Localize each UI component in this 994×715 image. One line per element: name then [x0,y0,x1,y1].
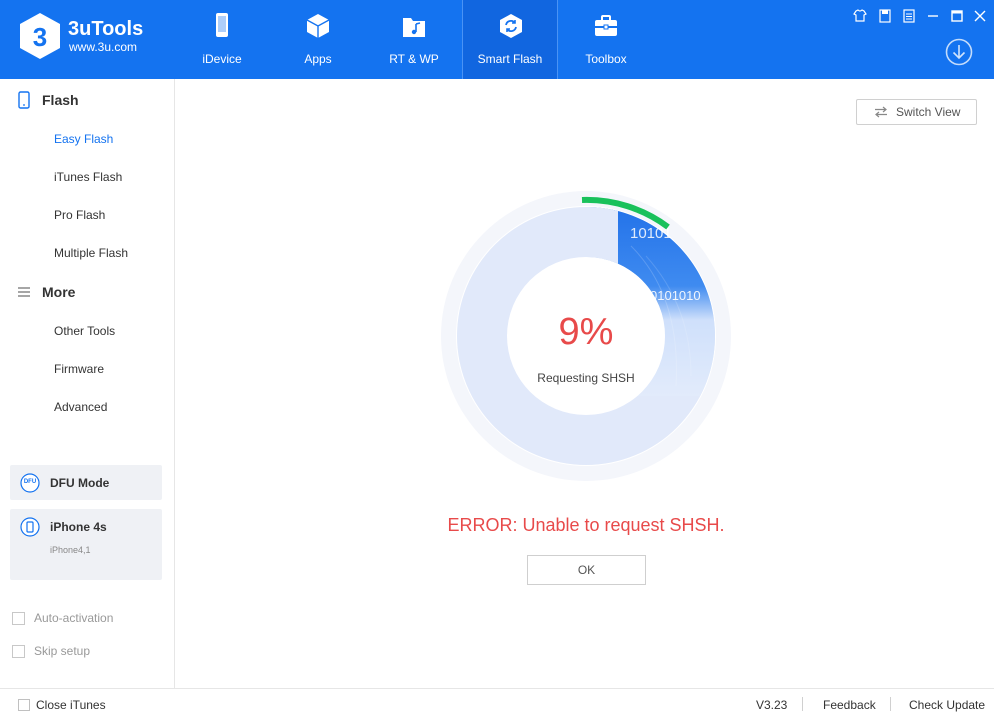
sidebar-item-advanced[interactable]: Advanced [54,400,107,414]
binary-decoration-2: 0101010 [650,288,701,303]
checkbox-box [12,645,25,658]
feedback-link[interactable]: Feedback [823,698,876,712]
cube-icon [306,14,330,38]
swap-icon [875,106,887,118]
skip-setup-label: Skip setup [34,644,91,658]
checkbox-box [12,612,25,625]
nav-toolbox[interactable]: Toolbox [558,0,654,79]
device-model: iPhone4,1 [50,545,91,555]
dfu-mode-card[interactable]: DFU DFU Mode [10,465,162,500]
list-icon [18,287,30,297]
app-window: 3 3uTools www.3u.com iDevice Apps RT & W… [0,0,994,715]
brand-name: 3uTools [68,18,144,40]
download-icon[interactable] [945,38,973,66]
3utools-logo: 3 [20,13,60,59]
close-itunes-checkbox[interactable] [18,699,30,711]
sidebar-item-pro-flash[interactable]: Pro Flash [54,208,105,222]
auto-activation-label: Auto-activation [34,611,114,625]
footer-divider [802,697,803,711]
check-update-link[interactable]: Check Update [909,698,985,712]
sidebar-header-flash-label: Flash [42,92,79,108]
phone-icon [18,91,30,109]
sidebar-item-itunes-flash[interactable]: iTunes Flash [54,170,122,184]
sidebar-header-flash[interactable]: Flash [0,88,175,112]
ok-button[interactable]: OK [527,555,646,585]
version-label: V3.23 [756,698,788,712]
sidebar-header-more[interactable]: More [0,280,175,304]
nav-apps-label: Apps [304,52,332,66]
settings-icon[interactable] [877,8,893,24]
close-icon[interactable] [972,8,988,24]
error-message: ERROR: Unable to request SHSH. [447,515,725,535]
music-folder-icon [403,18,425,37]
nav-smart-flash-label: Smart Flash [477,52,543,66]
sidebar: Flash Easy Flash iTunes Flash Pro Flash … [0,79,175,688]
sidebar-item-other-tools[interactable]: Other Tools [54,324,115,338]
dfu-badge: DFU [23,479,37,485]
skin-icon[interactable] [852,8,868,24]
switch-view-button[interactable]: Switch View [856,99,977,125]
device-name: iPhone 4s [50,520,107,534]
nav-toolbox-label: Toolbox [585,52,627,66]
nav-idevice-label: iDevice [202,52,242,66]
nav-apps[interactable]: Apps [270,0,366,79]
sidebar-header-more-label: More [42,284,76,300]
footer: Close iTunes V3.23 Feedback Check Update [0,688,994,715]
footer-divider [890,697,891,711]
nav-rt-wp[interactable]: RT & WP [366,0,462,79]
minimize-icon[interactable] [925,8,941,24]
main-nav: iDevice Apps RT & WP Smart Flash Toolbox [174,0,654,79]
phone-icon [216,13,228,37]
maximize-icon[interactable] [949,8,965,24]
nav-smart-flash[interactable]: Smart Flash [462,0,558,79]
svg-text:3: 3 [33,22,47,52]
nav-rt-wp-label: RT & WP [389,52,439,66]
iphone-icon [20,517,40,537]
close-itunes-label: Close iTunes [36,698,106,712]
menu-icon[interactable] [901,8,917,24]
sidebar-item-easy-flash[interactable]: Easy Flash [54,132,113,146]
sidebar-item-multiple-flash[interactable]: Multiple Flash [54,246,128,260]
flash-sync-icon [500,14,522,38]
brand-url: www.3u.com [69,40,138,54]
toolbox-icon [595,15,617,36]
sidebar-item-firmware[interactable]: Firmware [54,362,104,376]
switch-view-label: Switch View [896,105,961,119]
progress-percent: 9% [558,311,614,353]
dfu-mode-label: DFU Mode [50,476,110,490]
top-bar: 3 3uTools www.3u.com iDevice Apps RT & W… [0,0,994,79]
progress-status: Requesting SHSH [537,371,635,385]
device-card[interactable]: iPhone 4s iPhone4,1 [10,509,162,580]
nav-idevice[interactable]: iDevice [174,0,270,79]
